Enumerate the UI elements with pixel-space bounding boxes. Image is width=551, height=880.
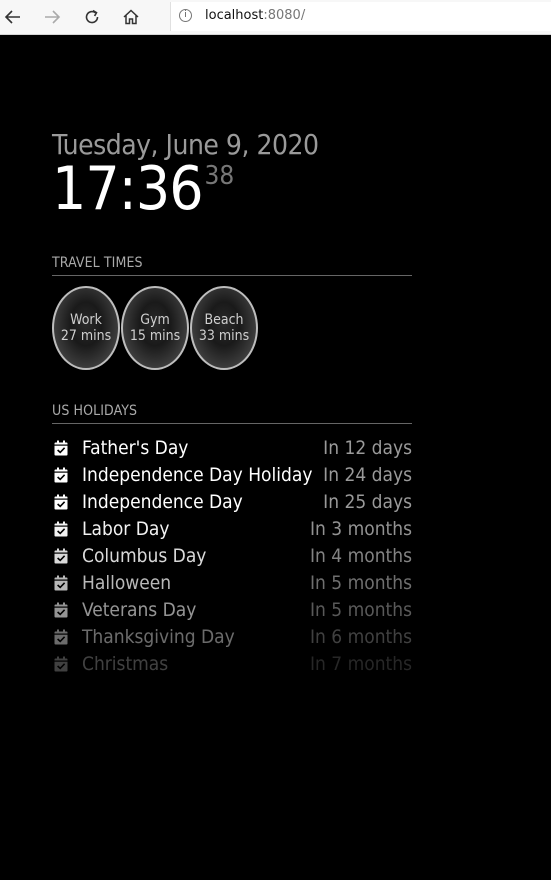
calendar-check-icon	[54, 494, 68, 509]
travel-times-module: TRAVEL TIMES Work 27 mins Gym 15 mins Be…	[52, 255, 412, 370]
holiday-list: Father's Day In 12 days Independence Day…	[52, 434, 412, 677]
holiday-name: Labor Day	[82, 517, 170, 540]
info-icon[interactable]: i	[179, 9, 192, 22]
holiday-countdown: In 5 months	[310, 571, 412, 594]
list-item: Father's Day In 12 days	[52, 434, 412, 461]
home-icon	[123, 9, 139, 25]
browser-toolbar: i localhost:8080/	[0, 0, 551, 35]
arrow-right-icon	[45, 10, 61, 24]
list-item: Independence Day Holiday In 24 days	[52, 461, 412, 488]
time-hours-minutes: 17:36	[52, 154, 204, 224]
calendar-check-icon	[54, 548, 68, 563]
us-holidays-header: US HOLIDAYS	[52, 403, 412, 424]
holiday-countdown: In 3 months	[310, 517, 412, 540]
home-button[interactable]	[118, 4, 144, 30]
travel-duration: 27 mins	[60, 328, 112, 344]
travel-bubble-beach[interactable]: Beach 33 mins	[190, 286, 258, 370]
holiday-name: Columbus Day	[82, 544, 207, 567]
travel-duration: 33 mins	[198, 328, 250, 344]
reload-button[interactable]	[79, 4, 105, 30]
back-button[interactable]	[0, 4, 26, 30]
travel-bubbles: Work 27 mins Gym 15 mins Beach 33 mins	[52, 286, 412, 370]
clock-module: Tuesday, June 9, 2020 17:3638	[52, 128, 412, 219]
holiday-countdown: In 5 months	[310, 598, 412, 621]
list-item: Halloween In 5 months	[52, 569, 412, 596]
holiday-name: Father's Day	[82, 436, 189, 459]
calendar-check-icon	[54, 467, 68, 482]
travel-duration: 15 mins	[129, 328, 181, 344]
address-bar[interactable]: i localhost:8080/	[170, 2, 551, 31]
travel-bubble-work[interactable]: Work 27 mins	[52, 286, 120, 370]
calendar-check-icon	[54, 575, 68, 590]
calendar-check-icon	[54, 440, 68, 455]
url-host: localhost	[205, 8, 264, 23]
destination-name: Gym	[140, 312, 170, 328]
list-item: Labor Day In 3 months	[52, 515, 412, 542]
calendar-check-icon	[54, 602, 68, 617]
reload-icon	[85, 9, 99, 24]
mirror-page: Tuesday, June 9, 2020 17:3638 TRAVEL TIM…	[0, 36, 551, 880]
travel-bubble-gym[interactable]: Gym 15 mins	[121, 286, 189, 370]
holiday-name: Independence Day Holiday	[82, 463, 313, 486]
holiday-countdown: In 24 days	[323, 463, 412, 486]
holiday-countdown: In 4 months	[310, 544, 412, 567]
arrow-left-icon	[4, 10, 20, 24]
holiday-name: Christmas	[82, 652, 169, 675]
list-item: Veterans Day In 5 months	[52, 596, 412, 623]
destination-name: Work	[70, 312, 102, 328]
holiday-name: Thanksgiving Day	[82, 625, 235, 648]
calendar-check-icon	[54, 629, 68, 644]
url-text[interactable]: localhost:8080/	[205, 8, 305, 23]
holiday-countdown: In 25 days	[323, 490, 412, 513]
list-item: Columbus Day In 4 months	[52, 542, 412, 569]
time-seconds: 38	[204, 161, 235, 191]
list-item: Independence Day In 25 days	[52, 488, 412, 515]
us-holidays-module: US HOLIDAYS Father's Day In 12 days Inde…	[52, 403, 412, 677]
holiday-countdown: In 7 months	[310, 652, 412, 675]
holiday-name: Independence Day	[82, 490, 243, 513]
current-time: 17:3638	[52, 159, 412, 219]
calendar-check-icon	[54, 656, 68, 671]
calendar-check-icon	[54, 521, 68, 536]
list-item: Christmas In 7 months	[52, 650, 412, 677]
holiday-name: Veterans Day	[82, 598, 197, 621]
forward-button[interactable]	[39, 4, 65, 30]
holiday-name: Halloween	[82, 571, 172, 594]
list-item: Thanksgiving Day In 6 months	[52, 623, 412, 650]
destination-name: Beach	[204, 312, 244, 328]
holiday-countdown: In 12 days	[323, 436, 412, 459]
travel-times-header: TRAVEL TIMES	[52, 255, 412, 276]
holiday-countdown: In 6 months	[310, 625, 412, 648]
url-port-path: :8080/	[263, 8, 306, 23]
